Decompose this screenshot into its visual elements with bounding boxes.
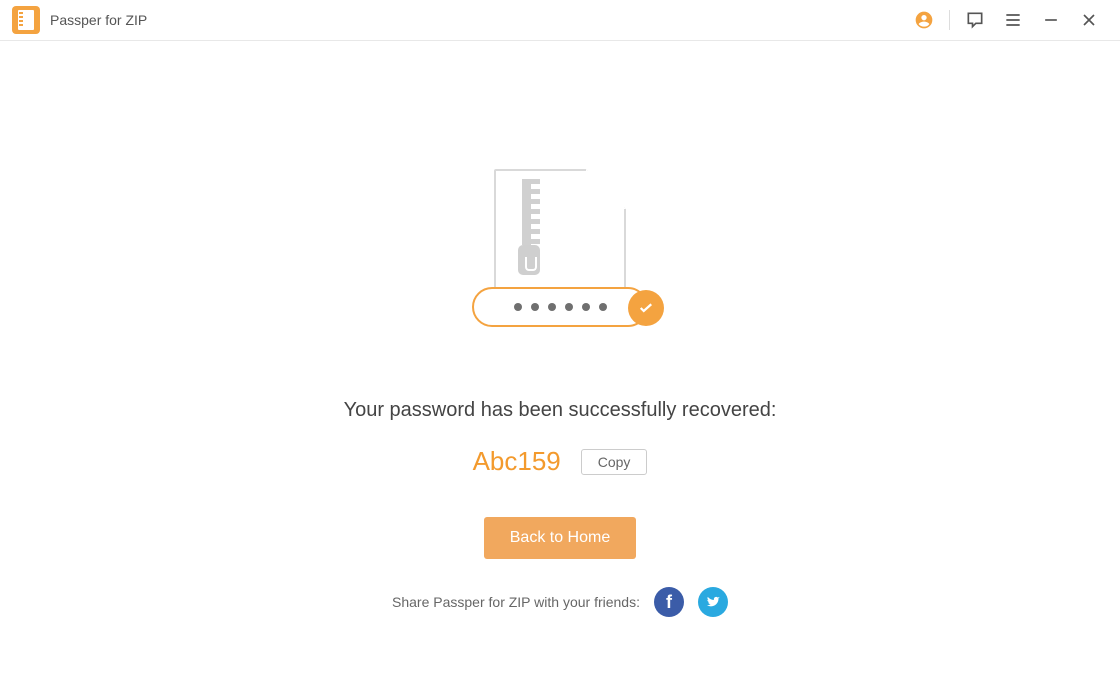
recovered-password: Abc159	[473, 446, 561, 477]
app-logo-icon	[12, 6, 40, 34]
facebook-icon[interactable]: f	[654, 587, 684, 617]
titlebar: Passper for ZIP	[0, 0, 1120, 41]
feedback-icon[interactable]	[956, 1, 994, 39]
minimize-icon[interactable]	[1032, 1, 1070, 39]
check-icon	[628, 290, 664, 326]
back-to-home-button[interactable]: Back to Home	[484, 517, 636, 559]
password-dots-pill	[472, 287, 648, 327]
share-row: Share Passper for ZIP with your friends:…	[392, 587, 728, 617]
share-text: Share Passper for ZIP with your friends:	[392, 594, 640, 610]
menu-icon[interactable]	[994, 1, 1032, 39]
copy-button[interactable]: Copy	[581, 449, 648, 475]
close-icon[interactable]	[1070, 1, 1108, 39]
success-message: Your password has been successfully reco…	[344, 399, 777, 422]
app-title: Passper for ZIP	[50, 12, 147, 28]
twitter-icon[interactable]	[698, 587, 728, 617]
main-content: Your password has been successfully reco…	[0, 41, 1120, 690]
success-illustration	[472, 169, 648, 359]
account-icon[interactable]	[905, 1, 943, 39]
password-row: Abc159 Copy	[473, 446, 648, 477]
titlebar-divider	[949, 10, 950, 30]
